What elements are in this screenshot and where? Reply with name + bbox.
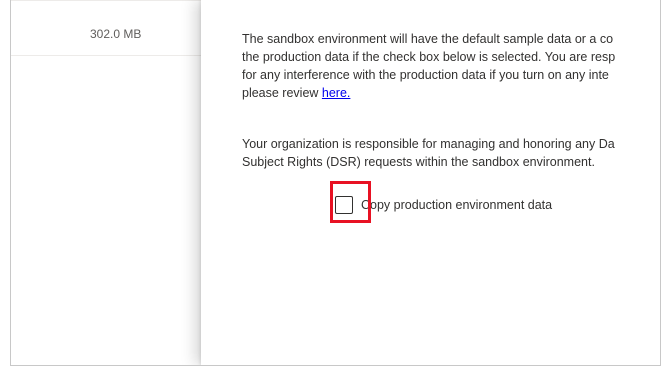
description-line: the production data if the check box bel…: [242, 50, 616, 64]
copy-production-data-option[interactable]: Copy production environment data: [335, 194, 552, 216]
review-prefix: please review: [242, 86, 322, 100]
description-line: please review here.: [242, 84, 660, 102]
file-size: 302.0 MB: [90, 27, 142, 41]
copy-production-data-label[interactable]: Copy production environment data: [361, 198, 552, 212]
background-table: 302.0 MB: [11, 0, 201, 365]
review-here-link[interactable]: here.: [322, 86, 351, 100]
dsr-responsibility-text: Your organization is responsible for man…: [242, 135, 660, 171]
description-line: for any interference with the production…: [242, 68, 609, 82]
window-frame: 302.0 MB The sandbox environment will ha…: [10, 0, 661, 366]
dsr-line: Subject Rights (DSR) requests within the…: [242, 155, 595, 169]
description-line: The sandbox environment will have the de…: [242, 32, 614, 46]
sandbox-data-description: The sandbox environment will have the de…: [242, 30, 660, 102]
sandbox-settings-panel: The sandbox environment will have the de…: [201, 0, 660, 365]
table-row[interactable]: 302.0 MB: [11, 0, 201, 56]
copy-production-data-checkbox[interactable]: [335, 196, 353, 214]
dsr-line: Your organization is responsible for man…: [242, 137, 615, 151]
